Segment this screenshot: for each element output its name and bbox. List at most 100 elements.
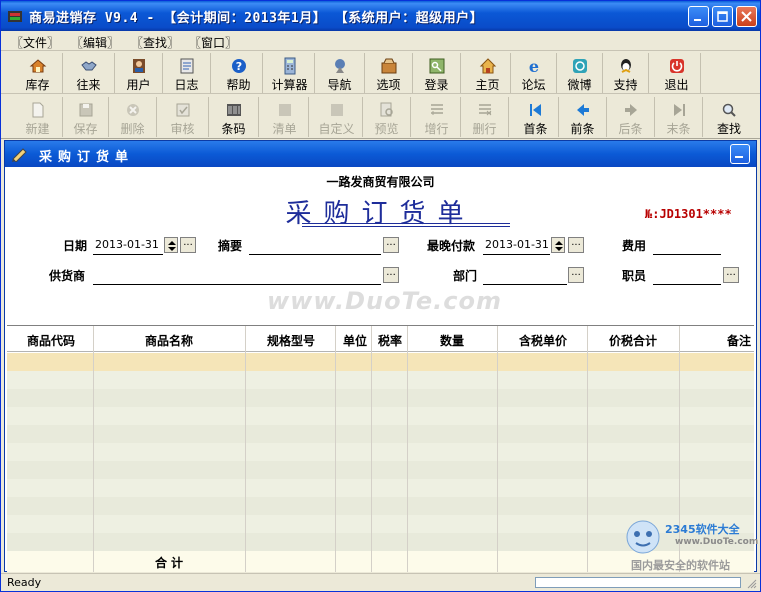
column-header[interactable]: 规格型号: [247, 332, 335, 349]
toolbar-preview-button[interactable]: 预览: [363, 97, 411, 137]
status-progress-bar: [535, 577, 741, 588]
table-row[interactable]: [7, 461, 754, 479]
date-spinner[interactable]: [164, 237, 178, 253]
menu-file[interactable]: 〖文件〗: [11, 34, 59, 51]
resize-grip-icon[interactable]: [746, 578, 757, 589]
logo-url: www.DuoTe.com: [675, 537, 759, 547]
toolbar-help-button[interactable]: ? 帮助: [215, 53, 263, 93]
form-title-bar[interactable]: 采购订货单: [5, 141, 756, 167]
magnifier-icon: [722, 103, 736, 117]
latest-payment-input[interactable]: 2013-01-31: [485, 238, 549, 251]
new-doc-icon: [32, 102, 43, 118]
toolbar-login-button[interactable]: 登录: [413, 53, 461, 93]
toolbar-log-button[interactable]: 日志: [163, 53, 211, 93]
column-divider: [245, 326, 246, 572]
staff-label: 职员: [622, 269, 647, 283]
toolbar-add-row-button[interactable]: 增行: [413, 97, 461, 137]
column-divider: [335, 326, 336, 572]
menu-window[interactable]: 〖窗口〗: [189, 34, 237, 51]
minimize-button[interactable]: [688, 6, 709, 27]
toolbar-navigation-button[interactable]: 导航: [315, 53, 365, 93]
table-row[interactable]: [7, 497, 754, 515]
column-header[interactable]: 备注: [681, 332, 761, 349]
handshake-icon: [80, 61, 97, 71]
table-row[interactable]: [7, 407, 754, 425]
purchase-order-window: 采购订货单 一路发商贸有限公司 采购订货单 №:JD1301**** 日期 20…: [4, 140, 757, 572]
custom-icon: [330, 104, 343, 116]
watermark: www.DuoTe.com: [267, 287, 502, 315]
date-input[interactable]: 2013-01-31: [95, 238, 159, 251]
weibo-icon: [572, 59, 587, 73]
spin-up-icon: [555, 241, 563, 245]
company-name: 一路发商贸有限公司: [326, 175, 435, 189]
maximize-button[interactable]: [712, 6, 733, 27]
toolbar-custom-button[interactable]: 自定义: [311, 97, 363, 137]
toolbar-exit-button[interactable]: 退出: [653, 53, 701, 93]
title-bar[interactable]: 商易进销存 V9.4 - 【会计期间：2013年1月】 【系统用户：超级用户】: [1, 1, 760, 31]
toolbar-prev-record-button[interactable]: 前条: [559, 97, 607, 137]
toolbar-first-record-button[interactable]: 首条: [513, 97, 559, 137]
toolbar-delete-row-button[interactable]: 删行: [461, 97, 509, 137]
form-window-title: 采购订货单: [39, 150, 135, 165]
toolbar-search-button[interactable]: 查找: [705, 97, 753, 137]
date-underline: [93, 254, 163, 255]
column-divider: [497, 326, 498, 572]
table-row[interactable]: [7, 425, 754, 443]
totals-label: 合计: [155, 556, 188, 570]
department-lookup-button[interactable]: ...: [568, 267, 584, 283]
close-button[interactable]: [736, 6, 757, 27]
toolbar-last-record-button[interactable]: 末条: [655, 97, 703, 137]
svg-text:e: e: [528, 57, 538, 75]
toolbar-barcode-button[interactable]: 条码: [209, 97, 259, 137]
toolbar-contacts-button[interactable]: 往来: [63, 53, 115, 93]
toolbar-homepage-button[interactable]: 主页: [465, 53, 511, 93]
form-minimize-button[interactable]: [730, 144, 750, 164]
toolbar-options-button[interactable]: 选项: [365, 53, 413, 93]
staff-lookup-button[interactable]: ...: [723, 267, 739, 283]
toolbar-calculator-button[interactable]: 计算器: [265, 53, 315, 93]
supplier-label: 供货商: [49, 269, 86, 283]
column-header[interactable]: 数量: [409, 332, 495, 349]
column-divider: [93, 326, 94, 572]
toolbar-inventory-button[interactable]: 库存: [13, 53, 63, 93]
date-picker-button[interactable]: ...: [180, 237, 196, 253]
table-row[interactable]: [7, 353, 754, 371]
toolbar-delete-button[interactable]: 删除: [109, 97, 157, 137]
column-header[interactable]: 价税合计: [589, 332, 677, 349]
toolbar-new-button[interactable]: 新建: [13, 97, 63, 137]
toolbar-weibo-button[interactable]: 微博: [557, 53, 603, 93]
column-divider: [407, 326, 408, 572]
supplier-lookup-button[interactable]: ...: [383, 267, 399, 283]
column-header[interactable]: 商品代码: [11, 332, 91, 349]
toolbar-forum-button[interactable]: e 论坛: [511, 53, 557, 93]
summary-label: 摘要: [218, 239, 243, 253]
latest-payment-spinner[interactable]: [551, 237, 565, 253]
spin-down-icon: [555, 247, 563, 251]
document-number: №:JD1301****: [645, 207, 732, 221]
latest-payment-picker-button[interactable]: ...: [568, 237, 584, 253]
column-header[interactable]: 商品名称: [95, 332, 243, 349]
user-icon: [132, 59, 145, 73]
column-header[interactable]: 税率: [373, 332, 407, 349]
summary-lookup-button[interactable]: ...: [383, 237, 399, 253]
home-icon: [479, 58, 496, 74]
toolbar-list-button[interactable]: 清单: [261, 97, 309, 137]
logo-main: 2345软件大全: [665, 523, 740, 536]
menu-edit[interactable]: 〖编辑〗: [71, 34, 119, 51]
column-header[interactable]: 含税单价: [499, 332, 587, 349]
pencil-icon: [12, 148, 27, 162]
help-icon: ?: [231, 59, 246, 73]
toolbar-next-record-button[interactable]: 后条: [607, 97, 655, 137]
house-icon: [29, 59, 46, 73]
column-header[interactable]: 单位: [337, 332, 373, 349]
logo-slogan: 国内最安全的软件站: [631, 559, 730, 572]
toolbar-support-button[interactable]: 支持: [603, 53, 649, 93]
table-row[interactable]: [7, 443, 754, 461]
toolbar-user-button[interactable]: 用户: [115, 53, 163, 93]
table-row[interactable]: [7, 371, 754, 389]
table-row[interactable]: [7, 479, 754, 497]
table-row[interactable]: [7, 389, 754, 407]
menu-find[interactable]: 〖查找〗: [131, 34, 179, 51]
toolbar-approve-button[interactable]: 审核: [157, 97, 209, 137]
toolbar-save-button[interactable]: 保存: [63, 97, 109, 137]
